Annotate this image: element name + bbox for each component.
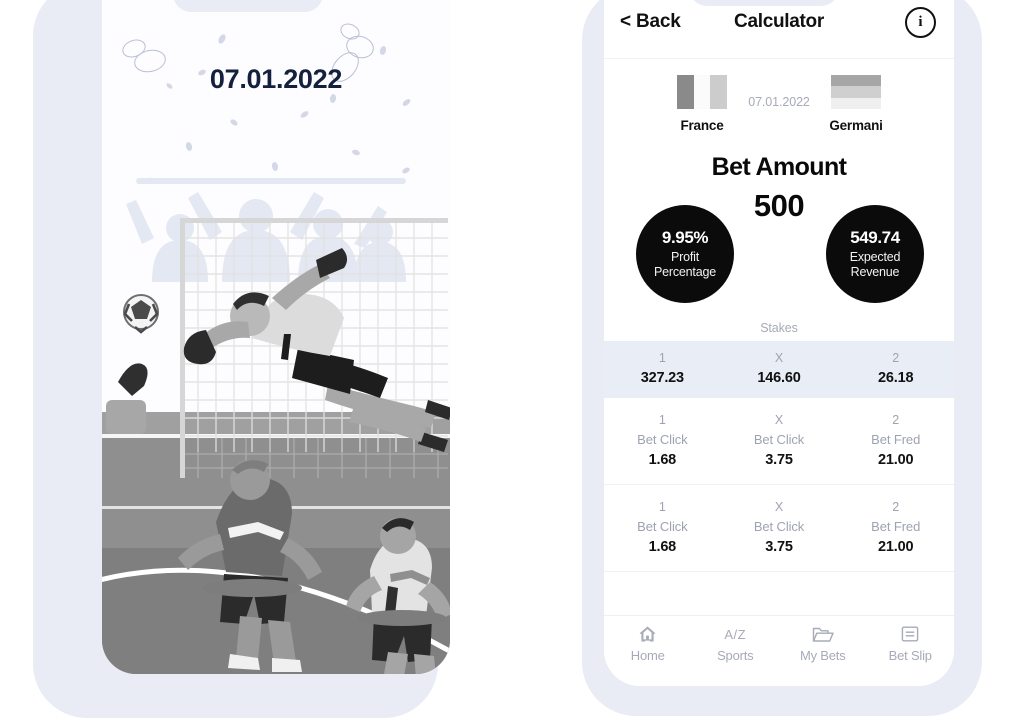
expected-revenue-badge[interactable]: 549.74 Expected Revenue xyxy=(826,205,924,303)
power-button-right-phone[interactable] xyxy=(969,134,982,216)
match-date: 07.01.2022 xyxy=(748,95,810,109)
germany-flag-icon xyxy=(831,75,881,109)
match-teams-row: France 07.01.2022 Germani xyxy=(604,59,954,145)
bottom-tab-bar: Home A/Z Sports My Bets Bet Slip xyxy=(604,615,954,686)
bookmaker-name: Bet Click xyxy=(637,432,688,447)
stake-value: 26.18 xyxy=(878,370,914,386)
odds-value: 3.75 xyxy=(765,539,793,555)
bet-cell[interactable]: X Bet Click 3.75 xyxy=(721,500,838,555)
bookmaker-odds-list: 1 Bet Click 1.68 X Bet Click 3.75 2 Bet … xyxy=(604,398,954,615)
a-z-icon: A/Z xyxy=(724,624,746,644)
bet-amount-section: Bet Amount 500 9.95% Profit Percentage 5… xyxy=(604,145,954,341)
receipt-icon xyxy=(901,624,919,644)
stake-column-key: X xyxy=(774,351,784,365)
back-button[interactable]: < Back xyxy=(620,11,681,33)
bet-column-key: X xyxy=(774,413,784,427)
profit-percentage-label: Profit Percentage xyxy=(654,250,716,279)
odds-value: 3.75 xyxy=(765,452,793,468)
stake-cell[interactable]: X 146.60 xyxy=(721,351,838,386)
stake-column-key: 2 xyxy=(892,351,900,365)
bet-amount-title: Bet Amount xyxy=(711,153,847,181)
expected-revenue-label: Expected Revenue xyxy=(849,250,901,279)
bookmaker-name: Bet Click xyxy=(753,519,805,534)
volume-down-right-phone[interactable] xyxy=(582,258,594,316)
odds-value: 1.68 xyxy=(648,452,677,468)
tab-sports[interactable]: A/Z Sports xyxy=(692,624,780,664)
profit-percentage-value: 9.95% xyxy=(661,228,709,247)
bet-column-key: 2 xyxy=(892,413,900,427)
tab-bet-slip[interactable]: Bet Slip xyxy=(867,624,955,663)
home-team: France xyxy=(660,75,744,133)
bookmaker-name: Bet Fred xyxy=(871,519,921,534)
app-header: < Back Calculator i xyxy=(604,0,954,59)
bet-column-key: 2 xyxy=(892,500,900,514)
stadium-scene-graphic xyxy=(102,178,450,674)
odds-value: 21.00 xyxy=(878,452,914,468)
right-phone-screen: < Back Calculator i France 07.01.2022 Ge… xyxy=(604,0,954,686)
odds-value: 21.00 xyxy=(878,539,914,555)
stakes-summary-row: 1 327.23 X 146.60 2 26.18 xyxy=(604,341,954,398)
tab-bet-slip-label: Bet Slip xyxy=(888,648,932,663)
away-team-name: Germani xyxy=(829,118,883,133)
tab-home[interactable]: Home xyxy=(604,624,692,663)
bet-column-key: 1 xyxy=(658,500,666,514)
volume-up-right-phone[interactable] xyxy=(582,186,594,244)
volume-down-left-phone[interactable] xyxy=(57,264,70,326)
away-team: Germani xyxy=(814,75,898,133)
bet-column-key: X xyxy=(774,500,784,514)
bet-card-row[interactable]: 1 Bet Click 1.68 X Bet Click 3.75 2 Bet … xyxy=(604,485,954,572)
calculator-app: < Back Calculator i France 07.01.2022 Ge… xyxy=(604,0,954,686)
bet-card-row[interactable]: 1 Bet Click 1.68 X Bet Click 3.75 2 Bet … xyxy=(604,398,954,485)
home-icon xyxy=(638,624,657,644)
odds-value: 1.68 xyxy=(648,539,677,555)
bet-cell[interactable]: 2 Bet Fred 21.00 xyxy=(837,500,954,555)
bookmaker-name: Bet Click xyxy=(753,432,805,447)
mute-switch-left-phone[interactable] xyxy=(57,132,70,166)
mute-switch-right-phone[interactable] xyxy=(582,138,594,168)
stakes-caption: Stakes xyxy=(760,321,798,335)
profit-percentage-badge[interactable]: 9.95% Profit Percentage xyxy=(636,205,734,303)
bookmaker-name: Bet Fred xyxy=(871,432,921,447)
right-phone-notch xyxy=(689,0,839,6)
info-icon[interactable]: i xyxy=(905,6,936,38)
stake-column-key: 1 xyxy=(658,351,666,365)
tab-my-bets[interactable]: My Bets xyxy=(779,624,867,663)
bet-cell[interactable]: 1 Bet Click 1.68 xyxy=(604,413,721,468)
folder-icon xyxy=(812,624,834,644)
bet-cell[interactable]: 1 Bet Click 1.68 xyxy=(604,500,721,555)
tab-my-bets-label: My Bets xyxy=(799,648,846,663)
soccer-illustration: 07.01.2022 xyxy=(102,0,450,674)
bookmaker-name: Bet Click xyxy=(637,519,688,534)
bet-column-key: 1 xyxy=(658,413,666,427)
france-flag-icon xyxy=(677,75,727,109)
expected-revenue-value: 549.74 xyxy=(850,228,900,247)
stake-value: 327.23 xyxy=(640,370,684,386)
stake-cell[interactable]: 1 327.23 xyxy=(604,351,721,386)
bet-cell[interactable]: 2 Bet Fred 21.00 xyxy=(837,413,954,468)
home-team-name: France xyxy=(680,118,724,133)
tab-sports-label: Sports xyxy=(717,648,754,663)
tab-home-label: Home xyxy=(630,648,665,663)
bet-cell[interactable]: X Bet Click 3.75 xyxy=(721,413,838,468)
a-z-icon-text: A/Z xyxy=(724,626,747,642)
left-phone-screen: 07.01.2022 xyxy=(102,0,450,674)
stake-value: 146.60 xyxy=(757,370,801,386)
right-phone-frame: < Back Calculator i France 07.01.2022 Ge… xyxy=(582,0,982,716)
volume-up-left-phone[interactable] xyxy=(57,187,70,249)
left-phone-notch xyxy=(173,0,323,12)
soccer-ball xyxy=(123,294,159,334)
match-date-headline: 07.01.2022 xyxy=(209,64,343,94)
left-phone-frame: 07.01.2022 xyxy=(33,0,450,718)
stake-cell[interactable]: 2 26.18 xyxy=(837,351,954,386)
